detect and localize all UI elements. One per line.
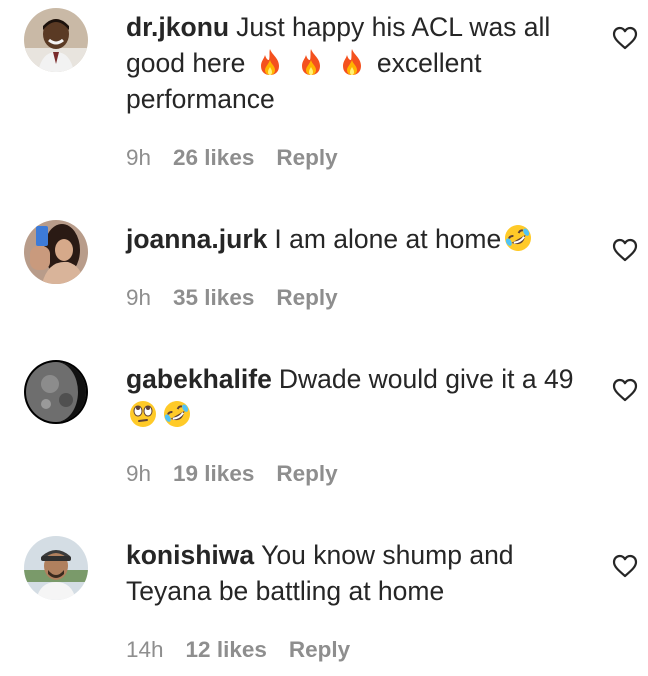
comment-meta: 9h 26 likes Reply bbox=[126, 143, 360, 173]
comment-time[interactable]: 9h bbox=[126, 285, 151, 310]
comment-meta: 9h 35 likes Reply bbox=[126, 283, 360, 313]
comment-meta: 14h 12 likes Reply bbox=[126, 635, 372, 665]
reply-button[interactable]: Reply bbox=[289, 637, 350, 662]
rofl-emoji bbox=[503, 223, 533, 253]
heart-icon[interactable] bbox=[612, 238, 638, 262]
fire-emoji bbox=[337, 47, 367, 77]
reply-button[interactable]: Reply bbox=[276, 145, 337, 170]
avatar[interactable] bbox=[24, 220, 88, 284]
fire-emoji bbox=[296, 47, 326, 77]
comment-text: konishiwa You know shump and Teyana be ba… bbox=[126, 537, 588, 609]
comment-username[interactable]: konishiwa bbox=[126, 540, 254, 570]
comment-likes[interactable]: 12 likes bbox=[186, 637, 267, 662]
comment-time[interactable]: 14h bbox=[126, 637, 164, 662]
comment-username[interactable]: joanna.jurk bbox=[126, 224, 267, 254]
comment-time[interactable]: 9h bbox=[126, 461, 151, 486]
rofl-emoji bbox=[162, 399, 192, 429]
comment-body: I am alone at home bbox=[274, 224, 502, 254]
comment-text: dr.jkonu Just happy his ACL was all good … bbox=[126, 9, 588, 117]
comment-username[interactable]: gabekhalife bbox=[126, 364, 272, 394]
fire-emoji bbox=[255, 47, 285, 77]
heart-icon[interactable] bbox=[612, 378, 638, 402]
reply-button[interactable]: Reply bbox=[276, 285, 337, 310]
avatar[interactable] bbox=[24, 8, 88, 72]
eye-roll-emoji bbox=[128, 399, 158, 429]
comment-likes[interactable]: 35 likes bbox=[173, 285, 254, 310]
comment-text: gabekhalife Dwade would give it a 49 bbox=[126, 361, 588, 433]
comment-likes[interactable]: 26 likes bbox=[173, 145, 254, 170]
comment-time[interactable]: 9h bbox=[126, 145, 151, 170]
heart-icon[interactable] bbox=[612, 554, 638, 578]
avatar[interactable] bbox=[24, 536, 88, 600]
comment-text: joanna.jurk I am alone at home bbox=[126, 221, 588, 257]
comment-meta: 9h 19 likes Reply bbox=[126, 459, 360, 489]
heart-icon[interactable] bbox=[612, 26, 638, 50]
comment-likes[interactable]: 19 likes bbox=[173, 461, 254, 486]
comment-username[interactable]: dr.jkonu bbox=[126, 12, 229, 42]
avatar[interactable] bbox=[24, 360, 88, 424]
comment-body: Dwade would give it a 49 bbox=[278, 364, 574, 394]
reply-button[interactable]: Reply bbox=[276, 461, 337, 486]
